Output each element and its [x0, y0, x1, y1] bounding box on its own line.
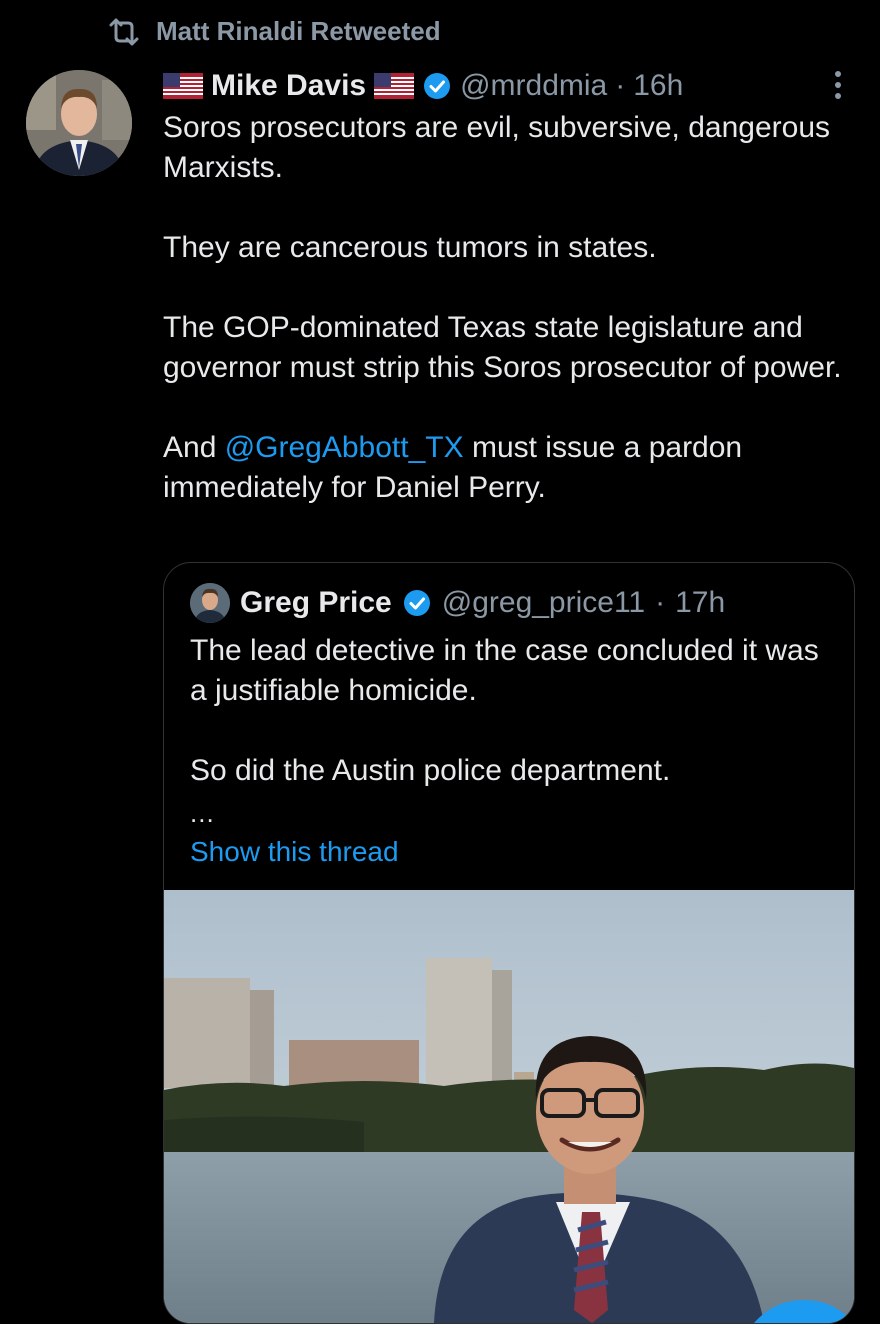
quoted-tweet-time[interactable]: 17h — [675, 583, 725, 623]
tweet-time[interactable]: 16h — [633, 66, 683, 106]
tweet-paragraph: And @GregAbbott_TX must issue a pardon i… — [163, 428, 863, 508]
verified-badge-icon — [424, 73, 451, 99]
tweet-body: Soros prosecutors are evil, subversive, … — [163, 108, 863, 548]
tweet-paragraph: Soros prosecutors are evil, subversive, … — [163, 111, 831, 184]
truncation-ellipsis: ... — [190, 798, 215, 828]
dot-separator: · — [655, 586, 666, 619]
us-flag-icon — [374, 73, 415, 99]
quoted-tweet-body: The lead detective in the case concluded… — [190, 631, 830, 831]
quoted-paragraph: So did the Austin police department. — [190, 754, 671, 787]
author-handle[interactable]: @mrddmia — [460, 66, 607, 106]
tweet-paragraph: The GOP-dominated Texas state legislatur… — [163, 311, 842, 384]
quoted-tweet-photo[interactable] — [164, 890, 854, 1323]
us-flag-icon — [163, 73, 203, 99]
show-thread-link[interactable]: Show this thread — [190, 836, 399, 868]
quoted-tweet-header: Greg Price @greg_price11 · 17h — [190, 583, 725, 623]
retweet-label[interactable]: Matt Rinaldi Retweeted — [156, 16, 441, 47]
quoted-author-avatar — [190, 583, 230, 623]
tweet-header: Mike Davis @mrddmia · 16h — [163, 66, 683, 106]
quoted-author-handle[interactable]: @greg_price11 — [442, 583, 645, 623]
verified-badge-icon — [403, 590, 430, 616]
text-fragment: And — [163, 431, 225, 464]
more-options-icon[interactable] — [824, 68, 852, 102]
tweet-paragraph: They are cancerous tumors in states. — [163, 231, 657, 264]
mention-link[interactable]: @GregAbbott_TX — [225, 431, 464, 464]
quoted-tweet-card[interactable]: Greg Price @greg_price11 · 17h The lead … — [163, 562, 855, 1324]
author-avatar[interactable] — [26, 70, 132, 176]
quoted-author-name[interactable]: Greg Price — [240, 583, 392, 623]
quoted-paragraph: The lead detective in the case concluded… — [190, 634, 819, 707]
author-name[interactable]: Mike Davis — [211, 66, 366, 106]
dot-separator: · — [615, 69, 626, 102]
retweet-icon — [109, 18, 139, 45]
retweet-context: Matt Rinaldi Retweeted — [106, 16, 441, 47]
